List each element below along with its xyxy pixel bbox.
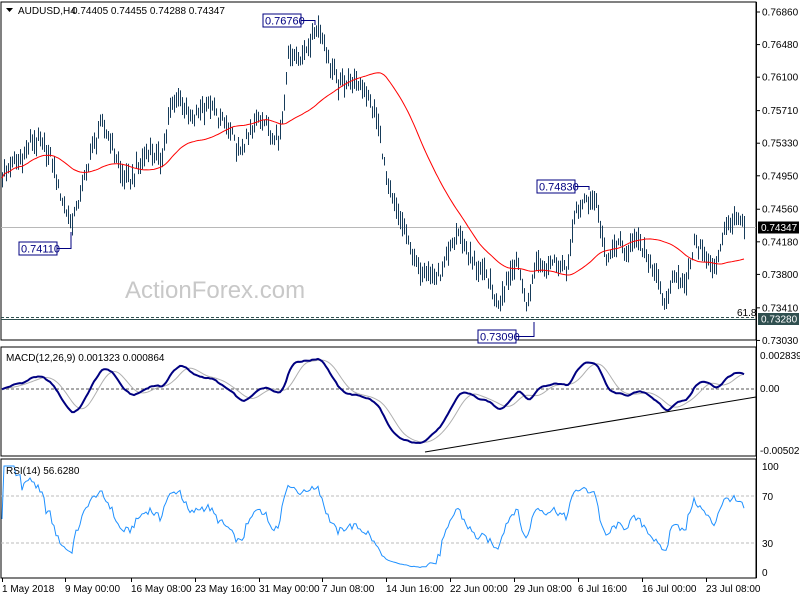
watermark: ActionForex.com	[125, 277, 305, 304]
high-0.74830-label: 0.74830	[539, 182, 579, 194]
rsi-tick: 30	[762, 539, 774, 550]
price-tick-label: 0.73030	[762, 336, 799, 347]
price-panel-frame	[0, 1, 757, 341]
rsi-title: RSI(14) 56.6280	[6, 466, 80, 477]
rsi-tick: 0	[762, 568, 768, 579]
low-0.73090-label: 0.73090	[480, 332, 520, 344]
fib-price-label: 0.73280	[761, 315, 798, 326]
high-0.76760-label: 0.76760	[265, 16, 305, 28]
time-tick-label: 23 May 16:00	[195, 584, 256, 595]
time-tick-label: 23 Jul 08:00	[706, 584, 761, 595]
time-tick-label: 29 Jun 08:00	[514, 584, 572, 595]
macd-panel[interactable]: MACD(12,26,9) 0.001323 0.000864 0.002839…	[0, 346, 800, 457]
macd-tick: 0.002839	[760, 351, 800, 362]
rsi-panel[interactable]: RSI(14) 56.6280 100 70 30 0	[0, 458, 779, 579]
price-panel[interactable]: ActionForex.com 61.8 0.76760 0.74110 0.748…	[0, 1, 757, 344]
current-price-label: 0.74347	[761, 223, 798, 234]
price-tick-label: 0.74180	[762, 237, 799, 248]
price-tick-label: 0.75710	[762, 106, 799, 117]
time-tick-label: 7 Jun 08:00	[322, 584, 375, 595]
price-tick-label: 0.74560	[762, 205, 799, 216]
chart-window: ActionForex.com 61.8 0.76760 0.74110 0.748…	[0, 1, 800, 595]
time-tick-label: 1 May 2018	[2, 584, 55, 595]
ohlc-readout: 0.74405 0.74455 0.74288 0.74347	[72, 6, 225, 17]
time-tick-label: 9 May 00:00	[65, 584, 120, 595]
fib-label: 61.8	[737, 308, 757, 319]
price-tick-label: 0.76860	[762, 8, 799, 19]
rsi-tick: 70	[762, 492, 774, 503]
time-axis: 1 May 2018 9 May 00:00 16 May 08:00 23 May …	[2, 578, 761, 595]
time-tick-label: 16 May 08:00	[131, 584, 192, 595]
time-tick-label: 14 Jun 16:00	[386, 584, 444, 595]
macd-tick: -0.005021	[760, 446, 800, 457]
price-tick-label: 0.76480	[762, 40, 799, 51]
macd-tick: 0.00	[760, 384, 780, 395]
price-tick-label: 0.74950	[762, 171, 799, 182]
rsi-tick: 100	[762, 462, 779, 473]
macd-title: MACD(12,26,9) 0.001323 0.000864	[6, 353, 165, 364]
price-tick-label: 0.75330	[762, 139, 799, 150]
symbol-label: AUDUSD,H4	[18, 6, 76, 17]
price-tick-label: 0.73410	[762, 303, 799, 314]
time-tick-label: 16 Jul 00:00	[642, 584, 697, 595]
time-tick-label: 22 Jun 00:00	[450, 584, 508, 595]
time-tick-label: 6 Jul 16:00	[578, 584, 627, 595]
price-tick-label: 0.73800	[762, 270, 799, 281]
price-tick-label: 0.76100	[762, 73, 799, 84]
low-0.74110-label: 0.74110	[21, 244, 60, 256]
time-tick-label: 31 May 00:00	[259, 584, 320, 595]
